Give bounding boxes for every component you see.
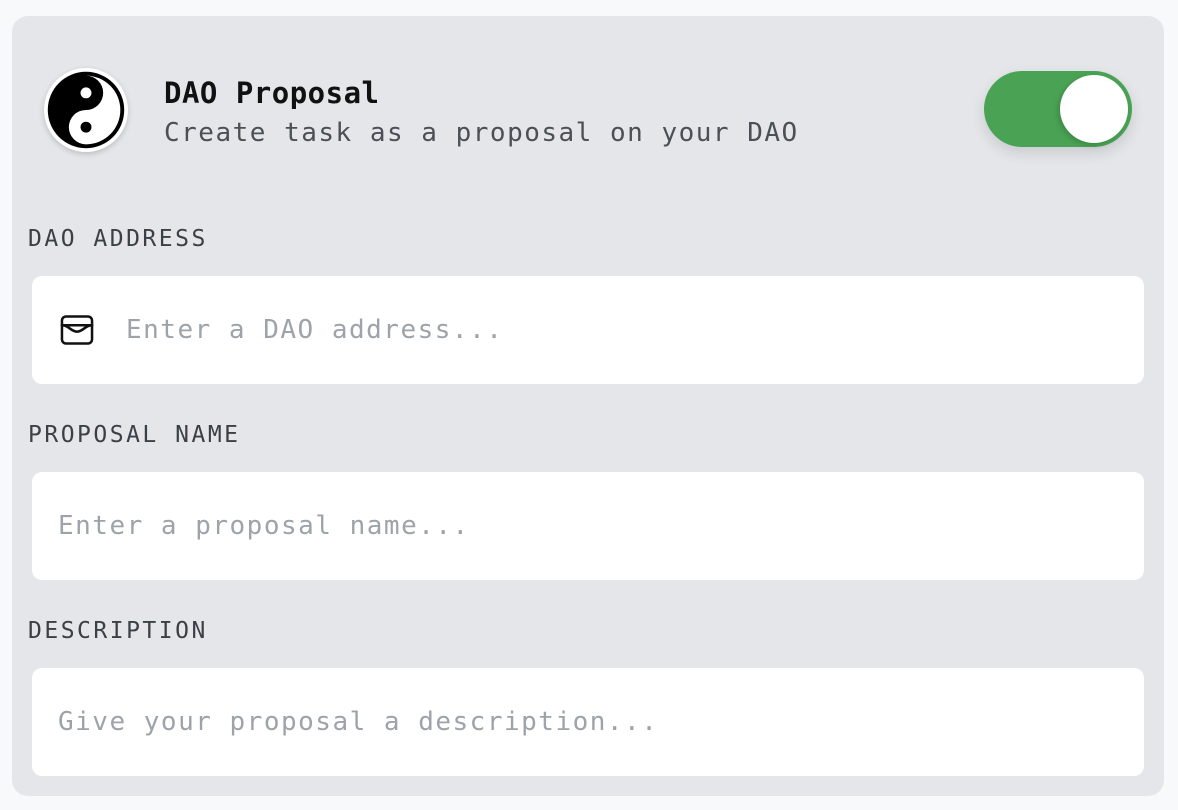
yin-yang-icon — [44, 68, 128, 152]
proposal-header: DAO Proposal Create task as a proposal o… — [44, 68, 1144, 158]
proposal-name-label: PROPOSAL NAME — [28, 422, 241, 448]
description-field[interactable] — [32, 667, 1144, 777]
wallet-icon — [60, 315, 94, 345]
proposal-name-field[interactable] — [32, 471, 1144, 581]
toggle-knob — [1060, 75, 1128, 143]
description-input[interactable] — [56, 667, 1144, 777]
dao-proposal-toggle[interactable] — [984, 71, 1132, 147]
dao-address-field[interactable] — [32, 275, 1144, 385]
proposal-title: DAO Proposal — [164, 76, 380, 110]
proposal-subtitle: Create task as a proposal on your DAO — [164, 118, 799, 148]
dao-proposal-card: DAO Proposal Create task as a proposal o… — [12, 16, 1164, 796]
dao-address-input[interactable] — [124, 275, 1144, 385]
dao-address-label: DAO ADDRESS — [28, 226, 208, 252]
description-label: DESCRIPTION — [28, 618, 208, 644]
proposal-name-input[interactable] — [56, 471, 1144, 581]
